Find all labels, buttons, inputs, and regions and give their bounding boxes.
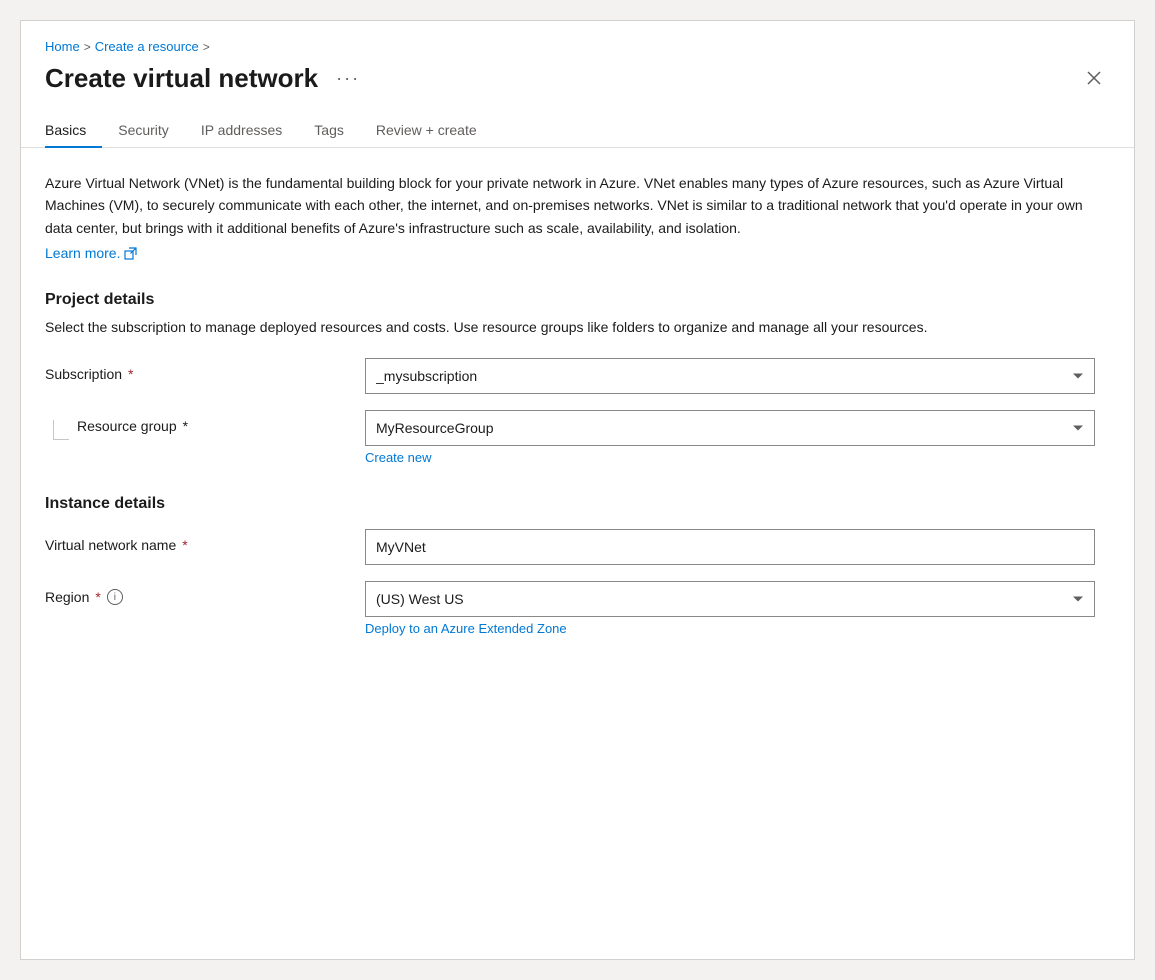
- vnet-name-required: *: [182, 537, 187, 553]
- rg-indent: [45, 410, 77, 440]
- resource-group-label: Resource group *: [77, 410, 365, 434]
- subscription-select-wrapper: _mysubscription: [365, 358, 1095, 394]
- vnet-name-input[interactable]: [365, 529, 1095, 565]
- region-select[interactable]: (US) West US: [365, 581, 1095, 617]
- vnet-name-row: Virtual network name *: [45, 529, 1110, 565]
- content-area: Azure Virtual Network (VNet) is the fund…: [21, 148, 1134, 678]
- region-label: Region * i: [45, 581, 365, 605]
- resource-group-select[interactable]: MyResourceGroup: [365, 410, 1095, 446]
- project-details-section: Project details Select the subscription …: [45, 291, 1110, 467]
- learn-more-link[interactable]: Learn more.: [45, 245, 137, 261]
- tab-security[interactable]: Security: [102, 114, 185, 148]
- region-control: (US) West US Deploy to an Azure Extended…: [365, 581, 1095, 638]
- resource-group-row: Resource group * MyResourceGroup Create …: [45, 410, 1110, 467]
- subscription-required: *: [128, 366, 133, 382]
- instance-details-title: Instance details: [45, 495, 1110, 513]
- page-title: Create virtual network: [45, 63, 318, 94]
- subscription-row: Subscription * _mysubscription: [45, 358, 1110, 394]
- vnet-name-control: [365, 529, 1095, 565]
- region-info-icon[interactable]: i: [107, 589, 123, 605]
- vnet-name-label: Virtual network name *: [45, 529, 365, 553]
- close-button[interactable]: [1078, 62, 1110, 94]
- tabs-nav: Basics Security IP addresses Tags Review…: [21, 94, 1134, 148]
- tab-ip-addresses[interactable]: IP addresses: [185, 114, 298, 148]
- external-link-icon: [124, 247, 137, 260]
- breadcrumb-sep2: >: [203, 40, 210, 54]
- rg-indent-line: [53, 420, 69, 440]
- deploy-extended-zone-link[interactable]: Deploy to an Azure Extended Zone: [365, 621, 567, 636]
- breadcrumb-sep1: >: [84, 40, 91, 54]
- breadcrumb: Home > Create a resource >: [21, 21, 1134, 54]
- project-details-title: Project details: [45, 291, 1110, 309]
- subscription-select[interactable]: _mysubscription: [365, 358, 1095, 394]
- create-new-link[interactable]: Create new: [365, 450, 431, 465]
- tab-review-create[interactable]: Review + create: [360, 114, 493, 148]
- region-select-wrapper: (US) West US: [365, 581, 1095, 617]
- resource-group-select-wrapper: MyResourceGroup: [365, 410, 1095, 446]
- description-text: Azure Virtual Network (VNet) is the fund…: [45, 172, 1095, 239]
- breadcrumb-create-resource[interactable]: Create a resource: [95, 39, 199, 54]
- panel-header: Create virtual network ···: [21, 54, 1134, 94]
- close-icon: [1086, 70, 1102, 86]
- tab-basics[interactable]: Basics: [45, 114, 102, 148]
- ellipsis-button[interactable]: ···: [330, 66, 366, 91]
- breadcrumb-home[interactable]: Home: [45, 39, 80, 54]
- resource-group-required: *: [183, 418, 188, 434]
- region-required: *: [95, 589, 100, 605]
- resource-group-control: MyResourceGroup Create new: [365, 410, 1095, 467]
- panel-title-row: Create virtual network ···: [45, 63, 366, 94]
- region-row: Region * i (US) West US Deploy to an Azu…: [45, 581, 1110, 638]
- project-details-desc: Select the subscription to manage deploy…: [45, 317, 1110, 338]
- subscription-label: Subscription *: [45, 358, 365, 382]
- create-vnet-panel: Home > Create a resource > Create virtua…: [20, 20, 1135, 960]
- tab-tags[interactable]: Tags: [298, 114, 360, 148]
- subscription-control: _mysubscription: [365, 358, 1095, 394]
- instance-details-section: Instance details Virtual network name * …: [45, 495, 1110, 638]
